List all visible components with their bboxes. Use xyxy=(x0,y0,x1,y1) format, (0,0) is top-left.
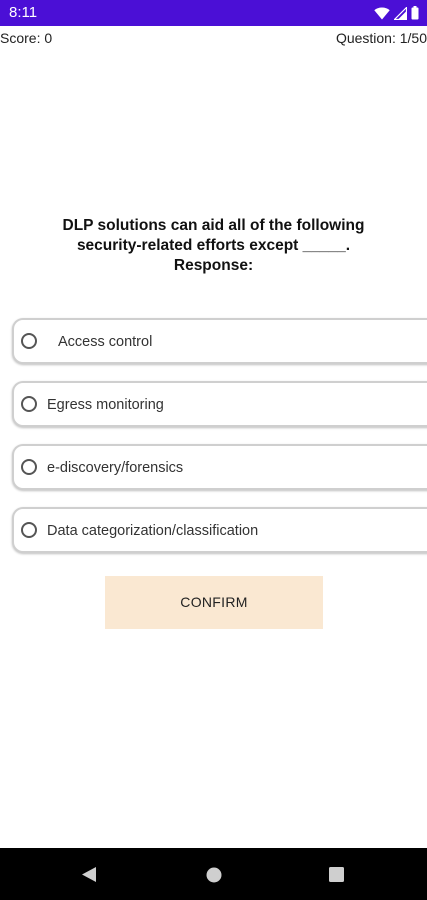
radio-button[interactable] xyxy=(21,522,37,538)
home-icon[interactable] xyxy=(206,867,222,888)
radio-button[interactable] xyxy=(21,396,37,412)
score-label: Score: 0 xyxy=(0,30,53,46)
response-label: Response: xyxy=(173,257,254,274)
option-data-categorization[interactable]: Data categorization/classification xyxy=(12,507,427,553)
battery-icon xyxy=(411,6,419,20)
radio-button[interactable] xyxy=(21,459,37,475)
option-label: Data categorization/classification xyxy=(47,523,259,539)
back-icon[interactable] xyxy=(81,866,97,888)
question-line: security-related efforts except _____. xyxy=(76,237,351,254)
option-egress-monitoring[interactable]: Egress monitoring xyxy=(12,381,427,427)
question-counter: Question: 1/50 xyxy=(335,30,427,46)
confirm-button[interactable]: CONFIRM xyxy=(105,576,323,629)
signal-icon xyxy=(394,6,407,20)
option-label: Access control xyxy=(58,334,153,350)
navigation-bar xyxy=(0,848,427,900)
option-e-discovery[interactable]: e-discovery/forensics xyxy=(12,444,427,490)
option-access-control[interactable]: Access control xyxy=(12,318,427,364)
radio-button[interactable] xyxy=(21,333,37,349)
question-line: DLP solutions can aid all of the followi… xyxy=(62,217,365,234)
option-label: e-discovery/forensics xyxy=(47,460,184,476)
quiz-screen: 8:11 Score: 0 Question: 1/50 DLP solutio… xyxy=(0,0,427,900)
question-text: DLP solutions can aid all of the followi… xyxy=(30,216,397,276)
status-bar: 8:11 xyxy=(0,0,427,26)
status-icons xyxy=(374,5,419,21)
wifi-icon xyxy=(374,7,390,20)
status-time: 8:11 xyxy=(9,4,38,21)
option-label: Egress monitoring xyxy=(47,397,164,413)
recents-icon[interactable] xyxy=(329,867,344,887)
